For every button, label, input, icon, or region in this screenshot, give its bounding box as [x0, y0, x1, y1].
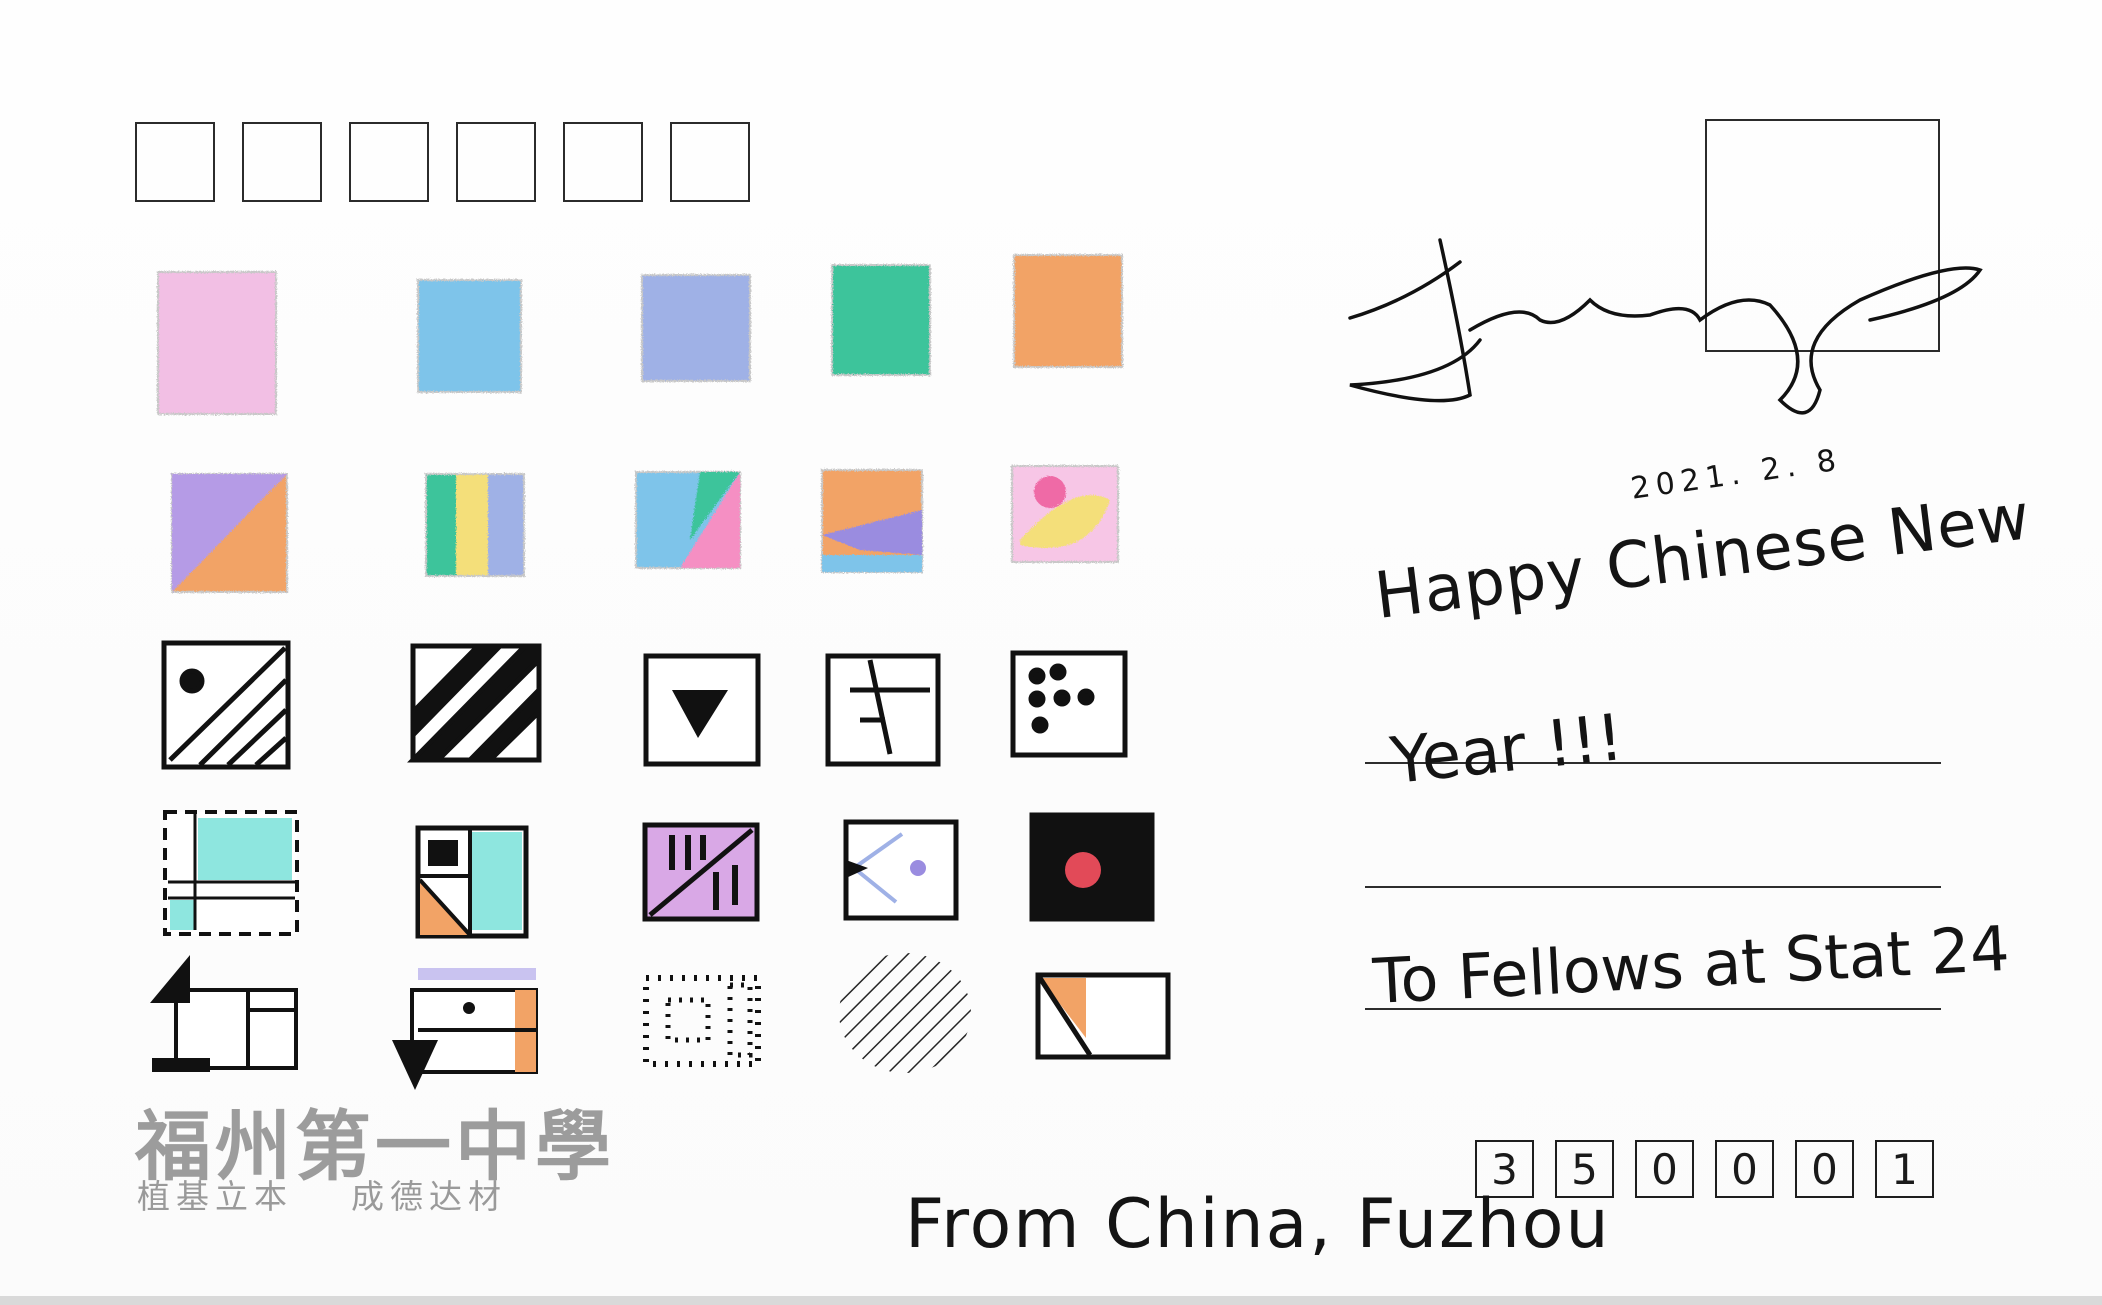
- cyan-orange-square: [415, 825, 529, 939]
- row-2-colored-squares: [171, 465, 1119, 593]
- school-motto-left: 植基立本: [137, 1177, 293, 1216]
- arrow-dot-square: [843, 819, 959, 921]
- orange-corner-square: [1035, 972, 1171, 1060]
- down-triangle-square: [643, 653, 761, 767]
- sender-location: From China, Fuzhou: [905, 1185, 1611, 1264]
- row-5-ink-squares: [150, 953, 1171, 1090]
- row-1-colored-squares: [157, 254, 1123, 415]
- dotted-square: [1010, 650, 1128, 758]
- postcode-digit: 0: [1795, 1140, 1854, 1198]
- dashed-cyan-square: [163, 810, 299, 936]
- signature: [1348, 238, 1983, 415]
- periwinkle-square: [641, 274, 751, 382]
- orange-purple-blue-square: [821, 469, 923, 573]
- crosshatch-oval: [839, 953, 971, 1073]
- row-4-mixed-squares: [163, 810, 1155, 939]
- school-motto-right: 成德达材: [351, 1177, 507, 1216]
- school-motto: 植基立本 成德达材: [137, 1170, 565, 1218]
- dotted-frame-square: [643, 975, 761, 1067]
- green-square: [831, 264, 931, 376]
- pink-circle-square: [1011, 465, 1119, 563]
- black-red-dot-square: [1029, 812, 1155, 922]
- blue-square: [417, 279, 522, 393]
- blue-pink-triangle-square: [635, 471, 741, 569]
- postcode-digit: 1: [1875, 1140, 1934, 1198]
- purple-orange-triangle-square: [171, 473, 288, 593]
- row-3-ink-squares: [161, 640, 1128, 770]
- dot-hatch-square: [161, 640, 291, 770]
- up-arrow-frame-square: [150, 955, 298, 1072]
- writing-line: [1365, 1008, 1941, 1010]
- postcode-digit: 0: [1715, 1140, 1774, 1198]
- lilac-bars-square: [642, 822, 760, 922]
- down-arrow-frame-square: [392, 968, 538, 1090]
- pink-square: [157, 271, 277, 415]
- postcode-digit: 0: [1635, 1140, 1694, 1198]
- diagonal-stripes-square: [407, 643, 542, 763]
- striped-color-square: [425, 473, 525, 577]
- cross-lines-square: [825, 653, 941, 767]
- orange-square: [1013, 254, 1123, 368]
- writing-line: [1365, 886, 1941, 888]
